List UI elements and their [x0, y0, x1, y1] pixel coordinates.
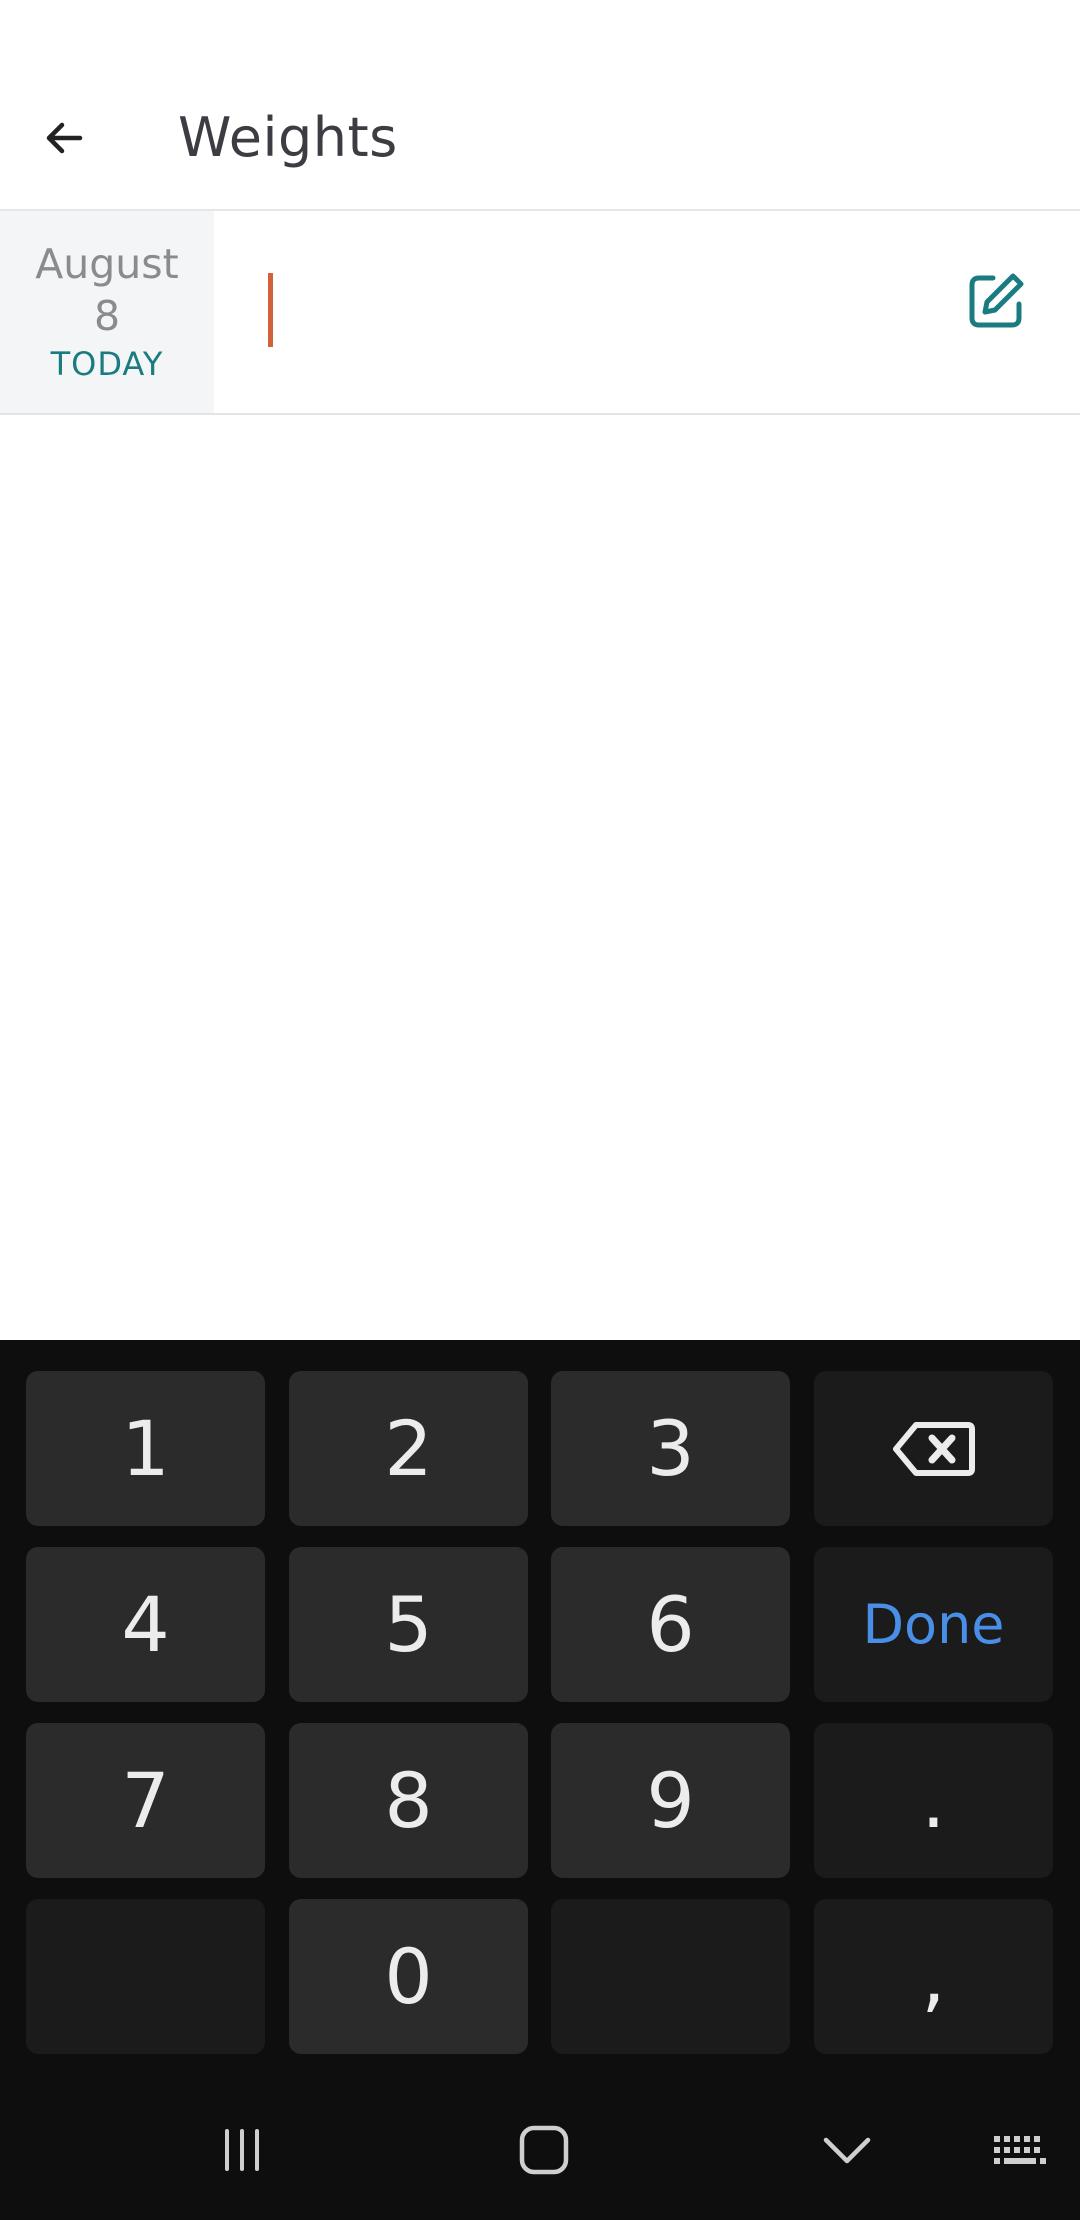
edit-button[interactable] — [955, 262, 1035, 342]
backspace-icon — [892, 1421, 975, 1476]
weight-input[interactable] — [254, 261, 918, 363]
key-period[interactable]: . — [814, 1723, 1053, 1878]
app-header: Weights — [0, 0, 1080, 211]
keyboard-switch-button[interactable] — [980, 2110, 1060, 2190]
key-1[interactable]: 1 — [26, 1371, 265, 1526]
hide-keyboard-button[interactable] — [807, 2110, 887, 2190]
done-key[interactable]: Done — [814, 1547, 1053, 1702]
key-9[interactable]: 9 — [551, 1723, 790, 1878]
back-button[interactable] — [24, 98, 104, 178]
recent-apps-button[interactable] — [202, 2110, 282, 2190]
date-today-label: TODAY — [50, 345, 164, 383]
backspace-key[interactable] — [814, 1371, 1053, 1526]
key-6[interactable]: 6 — [551, 1547, 790, 1702]
key-5[interactable]: 5 — [289, 1547, 528, 1702]
key-4[interactable]: 4 — [26, 1547, 265, 1702]
home-button[interactable] — [504, 2110, 584, 2190]
system-nav-bar — [0, 2090, 1080, 2220]
app-screen: Weights August 8 TODAY 1 2 3 4 5 6 Done … — [0, 0, 1080, 2220]
key-0[interactable]: 0 — [289, 1899, 528, 2054]
date-day: 8 — [93, 292, 121, 340]
date-cell: August 8 TODAY — [0, 211, 214, 413]
text-caret — [268, 273, 273, 347]
key-comma[interactable]: , — [814, 1899, 1053, 2054]
key-8[interactable]: 8 — [289, 1723, 528, 1878]
arrow-left-icon — [46, 122, 83, 154]
key-7[interactable]: 7 — [26, 1723, 265, 1878]
date-month: August — [35, 240, 179, 288]
hide-keyboard-icon — [823, 2137, 871, 2164]
edit-icon — [969, 273, 1024, 328]
keyboard-switch-icon — [994, 2136, 1046, 2164]
weight-entry-row: August 8 TODAY — [0, 211, 1080, 415]
key-3[interactable]: 3 — [551, 1371, 790, 1526]
key-blank-right[interactable] — [551, 1899, 790, 2054]
numeric-keyboard: 1 2 3 4 5 6 Done 7 8 9 . 0 , — [0, 1340, 1080, 2090]
key-2[interactable]: 2 — [289, 1371, 528, 1526]
recent-apps-icon — [225, 2129, 259, 2171]
key-blank-left[interactable] — [26, 1899, 265, 2054]
page-title: Weights — [178, 106, 398, 169]
home-icon — [519, 2125, 569, 2175]
